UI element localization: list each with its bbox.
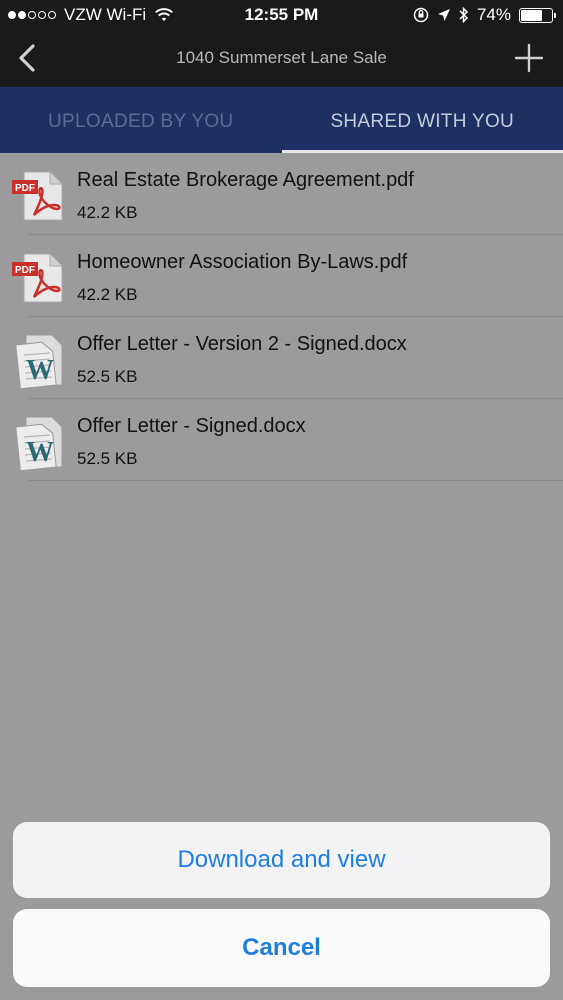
- orientation-lock-icon: [413, 7, 429, 23]
- tab-uploaded-by-you[interactable]: UPLOADED BY YOU: [0, 87, 282, 153]
- plus-icon[interactable]: [511, 40, 547, 76]
- file-row[interactable]: PDF Homeowner Association By-Laws.pdf 42…: [0, 235, 563, 317]
- tab-shared-with-you[interactable]: SHARED WITH YOU: [281, 87, 563, 153]
- battery-icon: [519, 7, 556, 23]
- battery-tip: [554, 12, 556, 18]
- svg-text:PDF: PDF: [15, 183, 35, 194]
- svg-text:W: W: [26, 355, 54, 386]
- page-title: 1040 Summerset Lane Sale: [176, 48, 387, 67]
- pdf-file-icon: PDF: [12, 171, 63, 221]
- tab-bar: UPLOADED BY YOU SHARED WITH YOU: [0, 87, 563, 153]
- file-size: 42.2 KB: [77, 285, 138, 304]
- battery-level-fill: [521, 9, 543, 21]
- file-size: 52.5 KB: [77, 367, 138, 386]
- battery-percent: 74%: [476, 5, 511, 24]
- file-size: 52.5 KB: [77, 449, 138, 468]
- word-file-icon: W: [15, 334, 63, 389]
- file-name: Real Estate Brokerage Agreement.pdf: [77, 169, 414, 191]
- location-icon: [437, 9, 450, 21]
- file-row[interactable]: PDF Real Estate Brokerage Agreement.pdf …: [0, 153, 563, 235]
- file-name: Offer Letter - Signed.docx: [77, 415, 306, 437]
- bluetooth-icon: [459, 7, 469, 23]
- nav-bar: 1040 Summerset Lane Sale: [0, 30, 563, 87]
- pdf-file-icon: PDF: [12, 253, 63, 303]
- file-size: 42.2 KB: [77, 203, 138, 222]
- status-bar: VZW Wi-Fi 12:55 PM 74%: [0, 0, 563, 30]
- file-name: Offer Letter - Version 2 - Signed.docx: [77, 333, 407, 355]
- cancel-button[interactable]: Cancel: [13, 909, 550, 987]
- file-row[interactable]: W Offer Letter - Version 2 - Signed.docx…: [0, 317, 563, 399]
- svg-text:W: W: [26, 437, 54, 468]
- svg-text:PDF: PDF: [15, 265, 35, 276]
- file-name: Homeowner Association By-Laws.pdf: [77, 251, 408, 273]
- file-row[interactable]: W Offer Letter - Signed.docx 52.5 KB: [0, 399, 563, 481]
- word-file-icon: W: [15, 416, 63, 471]
- status-right: 74%: [413, 5, 556, 25]
- file-list: PDF Real Estate Brokerage Agreement.pdf …: [0, 153, 563, 481]
- download-and-view-button[interactable]: Download and view: [13, 822, 550, 898]
